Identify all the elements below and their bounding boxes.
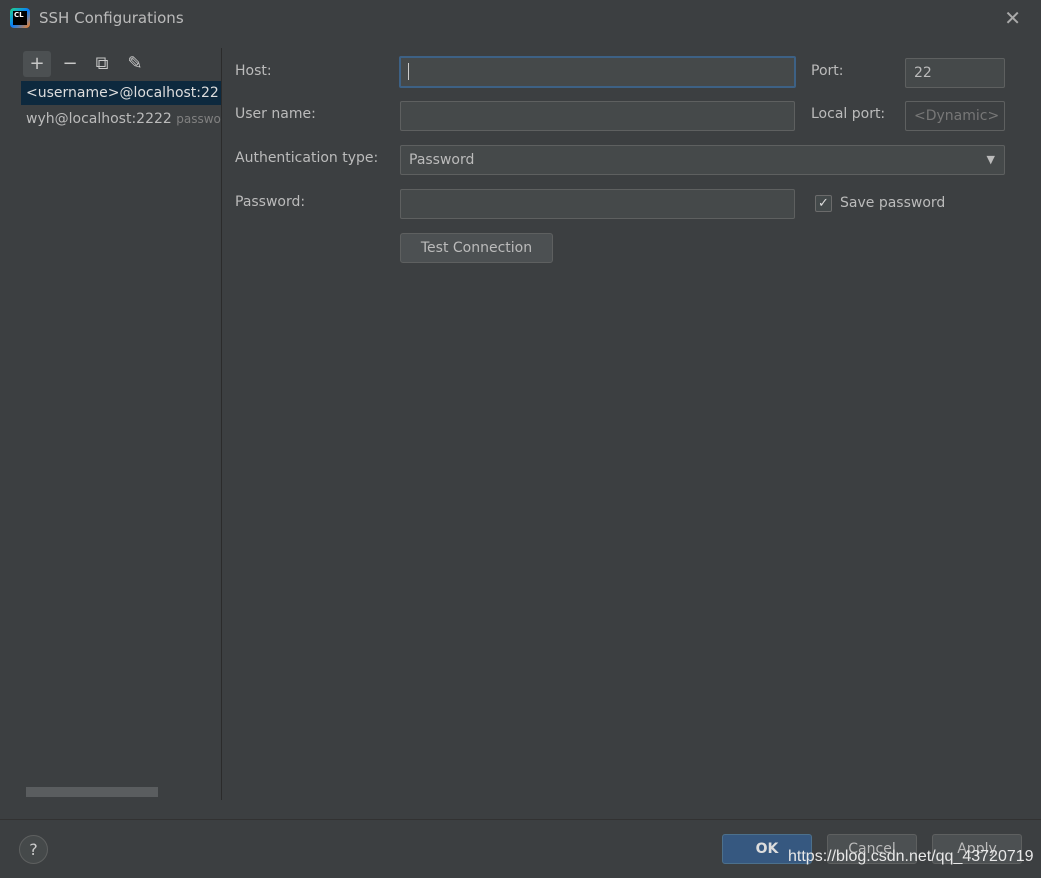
username-label: User name: <box>235 106 316 122</box>
add-button[interactable]: + <box>23 51 51 77</box>
host-input[interactable] <box>399 56 796 88</box>
test-connection-button[interactable]: Test Connection <box>400 233 553 263</box>
local-port-label: Local port: <box>811 106 886 122</box>
edit-button[interactable]: ✎ <box>121 51 149 77</box>
copy-button[interactable]: ⧉ <box>88 51 116 77</box>
password-input[interactable] <box>400 189 795 219</box>
list-item-label: wyh@localhost:2222 <box>26 111 172 127</box>
port-label: Port: <box>811 63 844 79</box>
save-password-checkbox[interactable]: ✓ <box>815 195 832 212</box>
remove-button[interactable]: − <box>56 51 84 77</box>
auth-type-label: Authentication type: <box>235 150 379 166</box>
list-item[interactable]: wyh@localhost:2222 password <box>21 107 221 131</box>
app-logo: CL <box>10 8 30 28</box>
watermark: https://blog.csdn.net/qq_43720719 <box>788 848 1034 865</box>
list-item[interactable]: <username>@localhost:22 <box>21 81 221 105</box>
horizontal-scrollbar[interactable] <box>26 787 158 797</box>
chevron-down-icon: ▼ <box>986 153 995 166</box>
list-item-hint: password <box>176 112 221 126</box>
username-input[interactable] <box>400 101 795 131</box>
auth-type-select[interactable]: Password ▼ <box>400 145 1005 175</box>
host-label: Host: <box>235 63 272 79</box>
password-label: Password: <box>235 194 306 210</box>
port-input[interactable]: 22 <box>905 58 1005 88</box>
close-icon[interactable]: ✕ <box>1004 6 1021 30</box>
save-password-label: Save password <box>840 195 946 211</box>
help-button[interactable]: ? <box>19 835 48 864</box>
divider <box>221 48 222 800</box>
local-port-input[interactable]: <Dynamic> <box>905 101 1005 131</box>
window-title: SSH Configurations <box>39 9 184 27</box>
list-item-label: <username>@localhost:22 <box>26 85 219 101</box>
divider <box>0 819 1041 820</box>
